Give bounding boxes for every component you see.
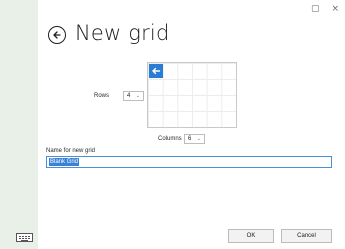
grid-name-value: Blank Grid xyxy=(49,158,80,166)
arrow-left-icon xyxy=(152,67,161,75)
chevron-down-icon: ⌄ xyxy=(135,93,140,99)
chevron-down-icon: ⌄ xyxy=(196,136,201,142)
columns-value: 6 xyxy=(188,136,192,142)
header: New grid xyxy=(48,21,169,45)
ok-button[interactable]: OK xyxy=(228,229,274,243)
cancel-button[interactable]: Cancel xyxy=(281,229,332,243)
arrow-left-icon xyxy=(53,31,61,39)
keyboard-icon[interactable] xyxy=(16,233,33,242)
columns-label: Columns xyxy=(158,136,182,142)
window-controls: ▢ × xyxy=(311,4,339,14)
name-label: Name for new grid xyxy=(46,148,96,154)
restore-button[interactable]: ▢ xyxy=(311,4,320,14)
close-button[interactable]: × xyxy=(331,4,339,14)
rows-select[interactable]: 4 ⌄ xyxy=(123,91,144,101)
rows-value: 4 xyxy=(127,93,131,99)
grid-name-input[interactable]: Blank Grid xyxy=(46,156,332,168)
grid-origin-arrow[interactable] xyxy=(149,64,163,78)
grid-preview[interactable] xyxy=(147,62,237,128)
back-button[interactable] xyxy=(48,26,66,44)
new-grid-dialog: ▢ × New grid Rows 4 ⌄ Columns 6 ⌄ Name f… xyxy=(38,0,345,249)
page-title: New grid xyxy=(75,21,170,45)
rows-label: Rows xyxy=(94,93,110,99)
columns-select[interactable]: 6 ⌄ xyxy=(184,134,205,144)
